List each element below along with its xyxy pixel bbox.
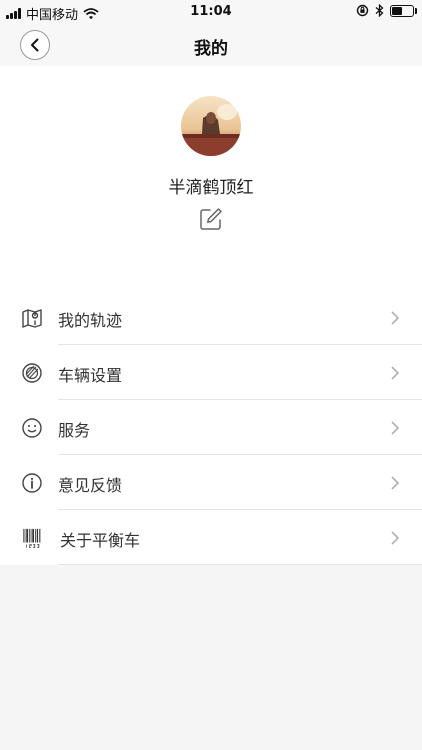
username: 半滴鹤顶红 — [168, 178, 254, 198]
chevron-right-icon — [391, 531, 400, 545]
rotation-lock-icon — [356, 4, 369, 17]
menu-item-label: 意见反馈 — [58, 476, 123, 495]
menu-item-service[interactable]: 服务 — [0, 400, 422, 455]
nav-bar: 我的 — [0, 24, 422, 66]
wheel-icon — [22, 363, 42, 383]
status-right — [356, 4, 417, 17]
profile-card: 半滴鹤顶红 — [0, 66, 422, 290]
battery-fill — [392, 6, 402, 15]
chevron-right-icon — [391, 311, 400, 325]
chevron-right-icon — [391, 476, 400, 490]
bluetooth-icon — [375, 4, 384, 17]
avatar[interactable] — [181, 96, 241, 156]
barcode-icon — [23, 528, 42, 548]
menu-item-feedback[interactable]: 意见反馈 — [0, 455, 422, 510]
chevron-right-icon — [391, 421, 400, 435]
menu-item-about[interactable]: 关于平衡车 — [0, 510, 422, 565]
menu-item-label: 关于平衡车 — [60, 531, 141, 550]
battery-icon — [390, 4, 417, 17]
page-title: 我的 — [194, 39, 228, 59]
menu-item-label: 车辆设置 — [58, 366, 123, 385]
map-icon — [22, 309, 42, 328]
status-bar: 中国移动 11:04 — [0, 0, 422, 24]
edit-icon — [200, 208, 222, 230]
info-icon — [22, 473, 42, 493]
avatar-image — [181, 96, 241, 156]
divider — [58, 564, 422, 565]
edit-profile-button[interactable] — [198, 206, 224, 232]
menu-item-vehicle-settings[interactable]: 车辆设置 — [0, 345, 422, 400]
menu-item-track[interactable]: 我的轨迹 — [0, 290, 422, 345]
menu-item-label: 我的轨迹 — [58, 311, 123, 330]
menu-item-label: 服务 — [58, 421, 91, 440]
smiley-icon — [22, 418, 42, 438]
chevron-right-icon — [391, 366, 400, 380]
menu-list: 我的轨迹 车辆设置 服务 意见反馈 关于平衡车 — [0, 290, 422, 565]
